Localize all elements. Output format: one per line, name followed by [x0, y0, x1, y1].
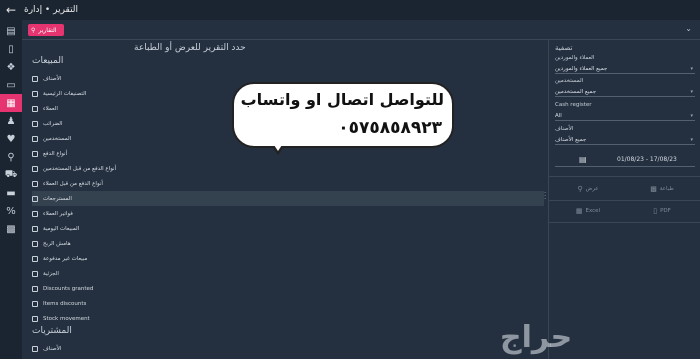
calendar-icon[interactable]: ▤	[579, 155, 593, 164]
report-item[interactable]: أنواع الدفع من قبل المستخدمين	[32, 161, 544, 176]
checkbox-icon	[32, 150, 38, 157]
report-item[interactable]: Items discounts	[32, 296, 544, 311]
filter-panel: تصفية العملاء والموردين جميع العملاء وال…	[548, 40, 700, 359]
report-item[interactable]: هامش الربح	[32, 236, 544, 251]
users-icon[interactable]: ♟	[0, 112, 22, 130]
report-item[interactable]: مبيعات غير مدفوعة	[32, 251, 544, 266]
cash-register-select[interactable]: All ▾	[555, 111, 695, 121]
customers-select[interactable]: جميع العملاء والموردين ▾	[555, 64, 695, 74]
checkbox-icon	[32, 270, 38, 277]
checkbox-icon	[32, 75, 38, 82]
checkbox-icon	[32, 240, 38, 247]
search-icon: ⚲	[31, 26, 36, 34]
checkbox-icon	[32, 180, 38, 187]
left-nav-rail: ▤ ▯ ❖ ▭ ▦ ♟ ♥ ⚲ ⛟ ▬ % ▩	[0, 20, 22, 359]
tag-icon[interactable]: ❖	[0, 58, 22, 76]
products-select[interactable]: جميع الأصناف ▾	[555, 135, 695, 145]
checkbox-icon	[32, 345, 38, 352]
drag-handle-icon[interactable]: · · ·	[544, 190, 546, 203]
percent-icon[interactable]: %	[0, 202, 22, 220]
chevron-down-icon: ▾	[690, 136, 693, 143]
checkbox-icon	[32, 300, 38, 307]
report-item[interactable]: المبيعات اليومية	[32, 221, 544, 236]
divider	[549, 222, 700, 223]
date-range-field[interactable]: ▤ 01/08/23 - 17/08/23	[555, 153, 695, 167]
box-icon[interactable]: ▩	[0, 220, 22, 238]
search-chip-label: التقارير	[38, 26, 57, 34]
excel-icon: ▦	[575, 207, 583, 215]
date-range-value: 01/08/23 - 17/08/23	[617, 156, 677, 163]
printer-icon: ▩	[650, 185, 657, 193]
users-select[interactable]: جميع المستخدمين ▾	[555, 87, 695, 97]
checkbox-icon	[32, 210, 38, 217]
archive-icon[interactable]: ▭	[0, 76, 22, 94]
chevron-down-icon: ▾	[690, 65, 693, 72]
checkbox-icon	[32, 225, 38, 232]
contact-text: للتواصل اتصال او واتساب	[240, 90, 444, 109]
report-item[interactable]: Discounts granted	[32, 281, 544, 296]
pdf-button[interactable]: ▯ PDF	[625, 200, 699, 222]
back-arrow-icon[interactable]: ←	[6, 3, 20, 17]
checkbox-icon	[32, 105, 38, 112]
cash-register-label: Cash register	[555, 102, 592, 108]
chevron-down-icon: ▾	[690, 112, 693, 119]
search-chip[interactable]: ⚲ التقارير	[28, 24, 64, 36]
report-item[interactable]: أنواع الدفع من قبل العملاء	[32, 176, 544, 191]
title-bar: ← التقرير • إدارة	[0, 0, 700, 20]
report-item[interactable]: الأصناف	[32, 341, 544, 356]
checkbox-icon	[32, 315, 38, 322]
haraj-watermark: حراج	[500, 320, 573, 355]
chevron-down-icon[interactable]: ⌄	[685, 24, 692, 33]
checkbox-icon	[32, 120, 38, 127]
contact-watermark: للتواصل اتصال او واتساب ٠٥٧٥٨٥٨٩٢٣	[232, 82, 454, 148]
dashboard-icon[interactable]: ▤	[0, 22, 22, 40]
checkbox-icon	[32, 255, 38, 262]
card-icon[interactable]: ▬	[0, 184, 22, 202]
search-bar: ⚲ التقارير ⌄	[22, 20, 700, 40]
users-label: المستخدمين	[555, 78, 584, 84]
excel-button[interactable]: ▦ Excel	[551, 200, 625, 222]
checkbox-icon	[32, 165, 38, 172]
checkbox-icon	[32, 195, 38, 202]
section-heading-purchases: المشتريات	[32, 326, 72, 336]
section-heading-sales: المبيعات	[32, 56, 64, 66]
phone-number: ٠٥٧٥٨٥٨٩٢٣	[338, 118, 442, 138]
reports-icon[interactable]: ▦	[0, 94, 22, 112]
document-icon[interactable]: ▯	[0, 40, 22, 58]
filter-title: تصفية	[555, 44, 573, 52]
chevron-down-icon: ▾	[690, 88, 693, 95]
breadcrumb: التقرير • إدارة	[24, 5, 79, 15]
report-item[interactable]: فواتير العملاء	[32, 206, 544, 221]
search-icon: ⚲	[577, 185, 583, 193]
key-icon[interactable]: ⚲	[0, 148, 22, 166]
heart-icon[interactable]: ♥	[0, 130, 22, 148]
report-item-selected[interactable]: المسترجعات	[32, 191, 544, 206]
customers-label: العملاء والموردين	[555, 55, 595, 61]
checkbox-icon	[32, 135, 38, 142]
show-button[interactable]: ⚲ عرض	[551, 178, 625, 200]
bubble-tail-fill	[270, 139, 286, 151]
print-button[interactable]: ▩ طباعة	[625, 178, 699, 200]
products-label: الأصناف	[555, 126, 574, 132]
truck-icon[interactable]: ⛟	[0, 166, 22, 184]
report-item[interactable]: Stock movement	[32, 311, 544, 326]
pdf-icon: ▯	[653, 207, 658, 215]
report-item[interactable]: أنواع الدفع	[32, 146, 544, 161]
panel-title: حدد التقرير للعرض أو الطباعة	[134, 43, 246, 53]
checkbox-icon	[32, 90, 38, 97]
report-item[interactable]: الجزئية	[32, 266, 544, 281]
divider	[549, 176, 700, 177]
checkbox-icon	[32, 285, 38, 292]
